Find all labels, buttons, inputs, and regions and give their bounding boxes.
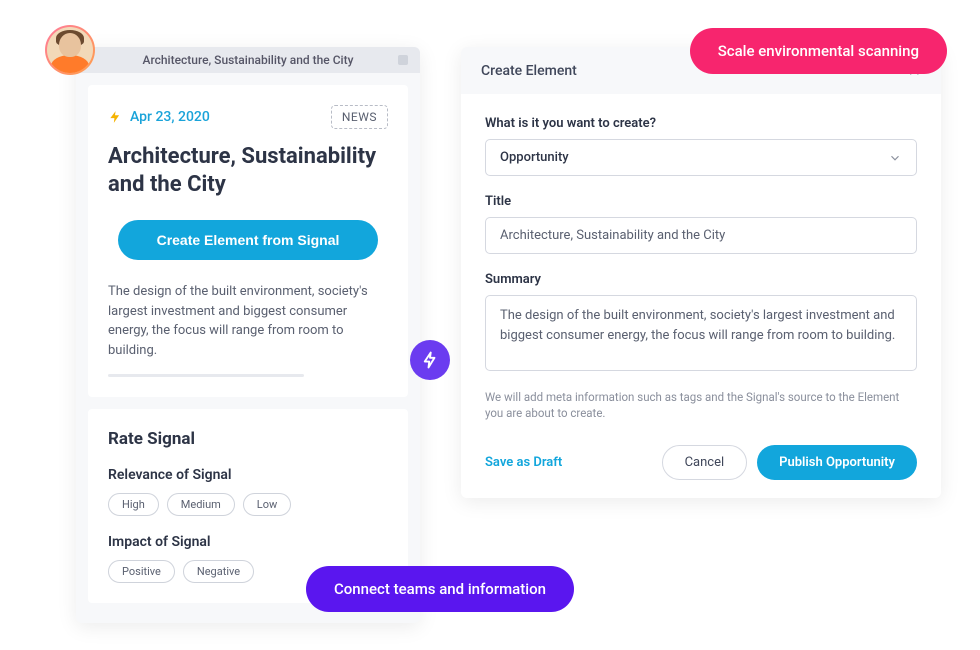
bolt-badge [410,340,450,380]
meta-note: We will add meta information such as tag… [485,389,917,421]
title-label: Title [485,194,917,209]
relevance-chip-low[interactable]: Low [243,493,291,516]
purple-callout-pill: Connect teams and information [306,566,574,612]
avatar-image [47,27,93,73]
save-draft-link[interactable]: Save as Draft [485,455,562,470]
summary-label: Summary [485,272,917,287]
signal-card: Architecture, Sustainability and the Cit… [76,47,420,623]
create-element-dialog: Create Element ✕ What is it you want to … [461,47,941,498]
signal-date: Apr 23, 2020 [130,109,210,125]
news-tag: NEWS [331,105,388,129]
relevance-chip-medium[interactable]: Medium [167,493,235,516]
publish-button[interactable]: Publish Opportunity [757,445,917,480]
signal-description: The design of the built environment, soc… [108,282,388,360]
dialog-title: Create Element [481,63,577,79]
relevance-label: Relevance of Signal [108,467,388,483]
type-select[interactable]: Opportunity [485,139,917,176]
signal-block: Apr 23, 2020 NEWS Architecture, Sustaina… [88,85,408,397]
create-element-button[interactable]: Create Element from Signal [118,220,378,260]
impact-label: Impact of Signal [108,534,388,550]
window-icon [398,55,408,65]
type-label: What is it you want to create? [485,116,917,131]
cancel-button[interactable]: Cancel [662,445,748,480]
signal-header-title: Architecture, Sustainability and the Cit… [143,53,354,67]
signal-card-header: Architecture, Sustainability and the Cit… [76,47,420,73]
type-selected-value: Opportunity [500,150,569,165]
impact-chip-positive[interactable]: Positive [108,560,175,583]
impact-chip-negative[interactable]: Negative [183,560,254,583]
relevance-chip-high[interactable]: High [108,493,159,516]
summary-textarea[interactable] [485,295,917,371]
rate-heading: Rate Signal [108,429,388,449]
signal-title: Architecture, Sustainability and the Cit… [108,143,388,198]
bolt-icon [421,351,439,369]
bolt-icon [108,110,122,124]
chevron-down-icon [888,151,902,165]
avatar [45,25,95,75]
pink-callout-pill: Scale environmental scanning [690,28,947,74]
title-input[interactable] [485,217,917,254]
divider [108,374,304,377]
